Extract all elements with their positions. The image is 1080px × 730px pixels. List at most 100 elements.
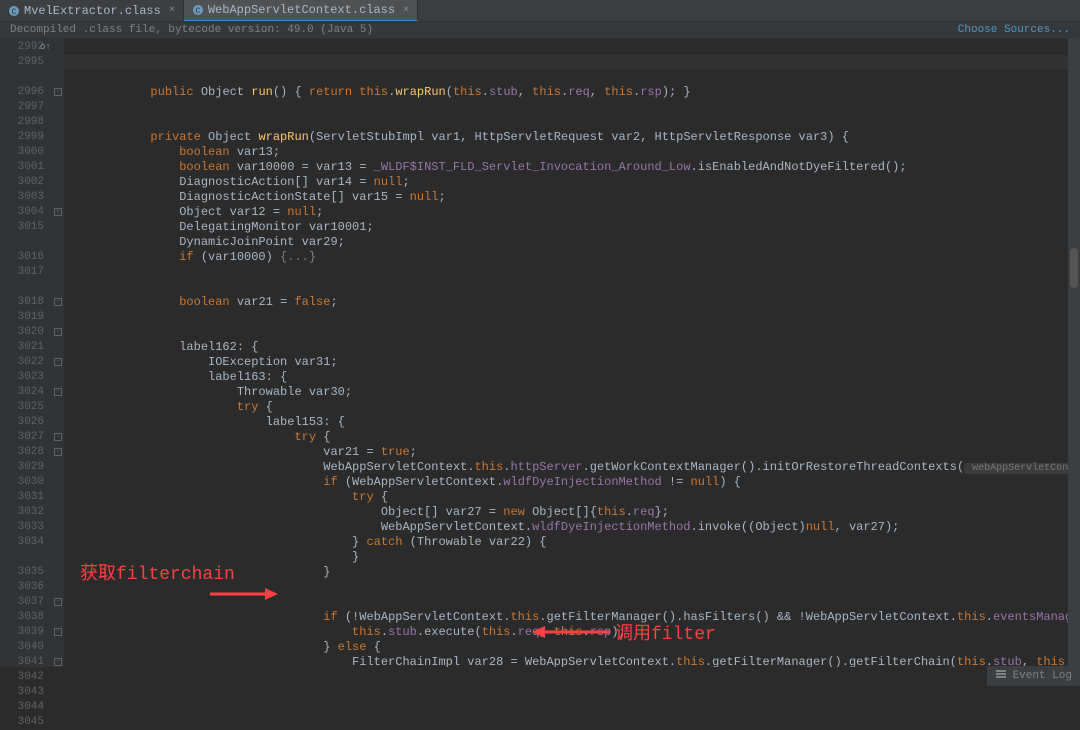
code-line: label163: { (64, 370, 1080, 385)
code-editor[interactable]: o↑ 2992299529962997299829993000300130023… (0, 39, 1080, 667)
tab-mvelextractor[interactable]: C MvelExtractor.class × (0, 0, 184, 21)
close-icon[interactable]: × (169, 5, 175, 16)
line-number: 3021 (0, 340, 44, 355)
line-number: 3035 (0, 565, 44, 580)
line-number: 3031 (0, 490, 44, 505)
code-line: Object[] var27 = new Object[]{this.req}; (64, 505, 1080, 520)
line-number: 3041 (0, 655, 44, 670)
code-line: } (64, 550, 1080, 565)
tab-label: MvelExtractor.class (24, 4, 161, 18)
line-number: 3044 (0, 700, 44, 715)
code-line: try { (64, 490, 1080, 505)
fold-toggle-icon[interactable]: - (54, 433, 62, 441)
line-number: 3003 (0, 190, 44, 205)
line-number: 3043 (0, 685, 44, 700)
svg-text:C: C (12, 8, 17, 17)
event-log-label[interactable]: Event Log (1013, 670, 1072, 682)
fold-toggle-icon[interactable]: - (54, 298, 62, 306)
code-line: boolean var21 = false; (64, 295, 1080, 310)
line-number: 2997 (0, 100, 44, 115)
line-number: 3032 (0, 505, 44, 520)
code-line: label153: { (64, 415, 1080, 430)
line-number: 3033 (0, 520, 44, 535)
status-bar: Event Log (987, 666, 1080, 686)
code-line (64, 580, 1080, 595)
caret-line-highlight (64, 55, 1080, 70)
code-line: Throwable var30; (64, 385, 1080, 400)
code-line: public Object run() { return this.wrapRu… (64, 85, 1080, 100)
line-number: 3026 (0, 415, 44, 430)
code-line (64, 595, 1080, 610)
code-line (64, 115, 1080, 130)
fold-toggle-icon[interactable]: + (54, 208, 62, 216)
code-line: this.stub.execute(this.req, this.rsp); (64, 625, 1080, 640)
fold-toggle-icon[interactable]: - (54, 358, 62, 366)
line-number (0, 550, 44, 565)
code-line (64, 280, 1080, 295)
event-log-icon[interactable] (995, 668, 1007, 684)
line-number: 3015 (0, 220, 44, 235)
line-number: 3024 (0, 385, 44, 400)
line-number: 3037 (0, 595, 44, 610)
line-number: 3004 (0, 205, 44, 220)
line-number: 3040 (0, 640, 44, 655)
line-number: 2998 (0, 115, 44, 130)
tab-label: WebAppServletContext.class (208, 3, 395, 17)
fold-toggle-icon[interactable]: - (54, 628, 62, 636)
code-line: FilterChainImpl var28 = WebAppServletCon… (64, 655, 1080, 667)
line-number: 3034 (0, 535, 44, 550)
line-number: 3039 (0, 625, 44, 640)
code-line: if (!WebAppServletContext.this.getFilter… (64, 610, 1080, 625)
choose-sources-link[interactable]: Choose Sources... (958, 24, 1070, 36)
line-number: 3028 (0, 445, 44, 460)
line-number: 3023 (0, 370, 44, 385)
decompiled-banner: Decompiled .class file, bytecode version… (0, 22, 1080, 39)
vertical-scrollbar[interactable] (1068, 38, 1080, 666)
line-number: 3020 (0, 325, 44, 340)
code-line: DiagnosticAction[] var14 = null; (64, 175, 1080, 190)
line-number: 3042 (0, 670, 44, 685)
line-number: 3022 (0, 355, 44, 370)
code-area[interactable]: public Object run() { return this.wrapRu… (64, 39, 1080, 667)
fold-toggle-icon[interactable]: - (54, 388, 62, 396)
fold-toggle-icon[interactable]: - (54, 88, 62, 96)
line-number: 3019 (0, 310, 44, 325)
code-line: DelegatingMonitor var10001; (64, 220, 1080, 235)
code-line: } else { (64, 640, 1080, 655)
code-line: var21 = true; (64, 445, 1080, 460)
line-number: 3045 (0, 715, 44, 730)
line-number: 3027 (0, 430, 44, 445)
fold-toggle-icon[interactable]: - (54, 448, 62, 456)
editor-tabs: C MvelExtractor.class × C WebAppServletC… (0, 0, 1080, 22)
code-line: if (WebAppServletContext.wldfDyeInjectio… (64, 475, 1080, 490)
code-line: } (64, 565, 1080, 580)
fold-toggle-icon[interactable]: - (54, 598, 62, 606)
line-number: 3038 (0, 610, 44, 625)
line-number: 2992 (0, 40, 44, 55)
code-line (64, 325, 1080, 340)
line-number: 2996 (0, 85, 44, 100)
line-number: 3016 (0, 250, 44, 265)
override-marker-icon[interactable]: o↑ (40, 40, 51, 55)
line-number: 3017 (0, 265, 44, 280)
line-number: 3036 (0, 580, 44, 595)
fold-toggle-icon[interactable]: - (54, 658, 62, 666)
line-number (0, 235, 44, 250)
close-icon[interactable]: × (403, 5, 409, 16)
code-line (64, 100, 1080, 115)
code-line (64, 310, 1080, 325)
code-line: DiagnosticActionState[] var15 = null; (64, 190, 1080, 205)
line-number: 3002 (0, 175, 44, 190)
code-line: if (var10000) {...} (64, 250, 1080, 265)
line-number: 2999 (0, 130, 44, 145)
class-icon: C (192, 4, 204, 16)
scroll-thumb[interactable] (1070, 248, 1078, 288)
line-number: 2995 (0, 55, 44, 70)
code-line: try { (64, 430, 1080, 445)
fold-toggle-icon[interactable]: - (54, 328, 62, 336)
tab-webappservletcontext[interactable]: C WebAppServletContext.class × (184, 0, 418, 21)
code-line: boolean var10000 = var13 = _WLDF$INST_FL… (64, 160, 1080, 175)
code-line (64, 265, 1080, 280)
line-number: 3000 (0, 145, 44, 160)
code-line: } catch (Throwable var22) { (64, 535, 1080, 550)
